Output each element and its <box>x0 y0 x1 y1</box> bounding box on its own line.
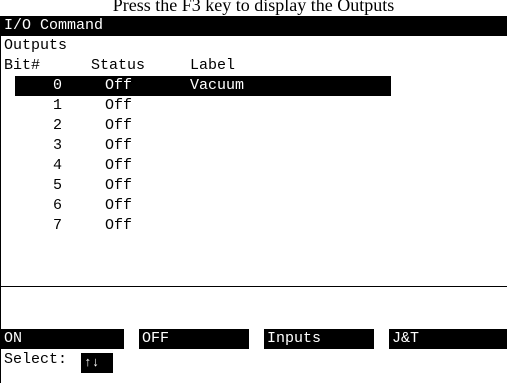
output-row[interactable]: 6 Off <box>15 196 391 216</box>
select-prompt: Select: <box>4 351 68 368</box>
column-header-status: Status <box>91 57 146 74</box>
output-status: Off <box>105 157 133 174</box>
output-status: Off <box>105 177 133 194</box>
output-bit: 7 <box>52 217 62 234</box>
output-row[interactable]: 7 Off <box>15 216 391 236</box>
jt-softkey[interactable]: J&T <box>389 329 507 349</box>
column-header-bit: Bit# <box>4 57 41 74</box>
output-row[interactable]: 3 Off <box>15 136 391 156</box>
output-status: Off <box>105 217 133 234</box>
output-bit: 1 <box>52 97 62 114</box>
terminal-screen: I/O Command Outputs Bit# Status Label 0 O… <box>0 16 507 383</box>
window-title: I/O Command <box>1 16 507 36</box>
select-arrows-icon[interactable]: ↑↓ <box>81 353 113 373</box>
output-row[interactable]: 5 Off <box>15 176 391 196</box>
on-softkey[interactable]: ON <box>1 329 124 349</box>
output-row[interactable]: 1 Off <box>15 96 391 116</box>
output-bit: 0 <box>52 77 62 94</box>
output-bit: 2 <box>52 117 62 134</box>
off-softkey[interactable]: OFF <box>139 329 249 349</box>
inputs-softkey[interactable]: Inputs <box>264 329 374 349</box>
divider <box>1 286 507 287</box>
output-status: Off <box>105 137 133 154</box>
output-row[interactable]: 0 Off Vacuum <box>15 76 391 96</box>
output-label: Vacuum <box>190 77 245 94</box>
output-status: Off <box>105 197 133 214</box>
output-bit: 4 <box>52 157 62 174</box>
column-header-label: Label <box>190 57 236 74</box>
output-bit: 6 <box>52 197 62 214</box>
output-bit: 5 <box>52 177 62 194</box>
output-row[interactable]: 4 Off <box>15 156 391 176</box>
output-status: Off <box>105 77 133 94</box>
output-status: Off <box>105 97 133 114</box>
output-bit: 3 <box>52 137 62 154</box>
section-title: Outputs <box>4 37 68 54</box>
output-status: Off <box>105 117 133 134</box>
instruction-caption: Press the F3 key to display the Outputs <box>112 0 395 15</box>
output-row[interactable]: 2 Off <box>15 116 391 136</box>
